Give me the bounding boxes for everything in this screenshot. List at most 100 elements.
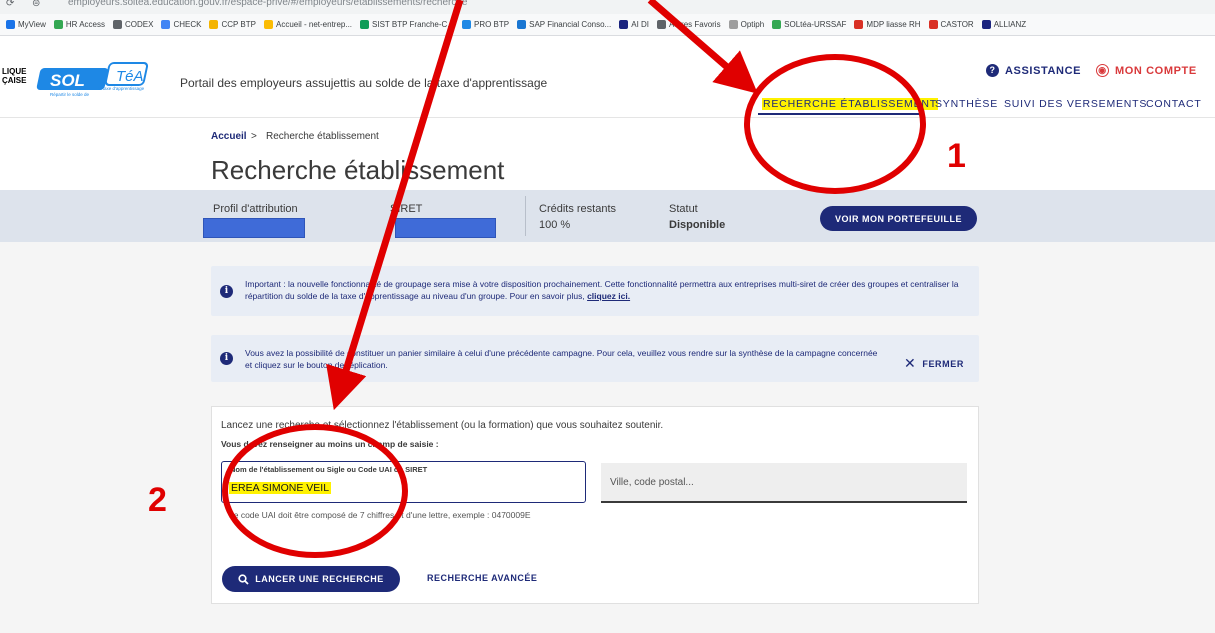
profile-band	[0, 190, 1215, 242]
replication-notice: i Vous avez la possibilité de constituer…	[211, 335, 979, 382]
logo-tea-text: TéA	[116, 68, 144, 85]
bookmark-item[interactable]: HR Access	[53, 20, 105, 29]
page-title: Recherche établissement	[211, 155, 505, 185]
account-link[interactable]: ◉ MON COMPTE	[1096, 64, 1197, 77]
bookmark-label: Accueil - net-entrep...	[275, 20, 353, 29]
redacted-siret-value	[395, 218, 496, 238]
bookmark-icon	[854, 20, 864, 29]
soltea-logo[interactable]: SOL TéA Répartir le solde de la taxe d'a…	[36, 62, 171, 100]
search-icon	[238, 573, 249, 585]
bookmark-item[interactable]: Optiph	[728, 20, 765, 29]
soltea-logo-graphic: SOL TéA Répartir le solde de la taxe d'a…	[36, 62, 149, 97]
bookmark-label: PRO BTP	[473, 20, 510, 29]
redacted-profil-value	[203, 218, 305, 238]
bookmark-label: CODEX	[124, 20, 154, 29]
siret-label: SIRET	[390, 203, 423, 215]
bookmark-item[interactable]: CCP BTP	[209, 20, 256, 29]
nav-contact[interactable]: CONTACT	[1146, 98, 1202, 110]
info-icon: i	[220, 285, 233, 298]
grouping-notice: i Important : la nouvelle fonctionnalité…	[211, 266, 979, 316]
search-intro: Lancez une recherche et sélectionnez l'é…	[221, 420, 664, 431]
close-notice-button[interactable]: ✕ FERMER	[904, 355, 964, 372]
bookmark-icon	[461, 20, 471, 29]
bookmark-label: MyView	[18, 20, 46, 29]
bookmark-label: AI DI	[631, 20, 650, 29]
replication-notice-text: Vous avez la possibilité de constituer u…	[245, 348, 878, 370]
account-label: MON COMPTE	[1115, 64, 1197, 77]
bookmark-item[interactable]: MyView	[6, 20, 46, 29]
bookmark-label: SOLtéa-URSSAF	[784, 20, 847, 29]
establishment-name-label: Nom de l'établissement ou Sigle ou Code …	[230, 465, 428, 474]
bookmarks-bar: MyView HR Access CODEX CHECK CCP BTP Accueil …	[0, 14, 1215, 36]
lancer-recherche-button[interactable]: LANCER UNE RECHERCHE	[222, 566, 400, 592]
establishment-name-field[interactable]: Nom de l'établissement ou Sigle ou Code …	[221, 461, 586, 503]
logo-side-text: LIQUE ÇAISE	[2, 67, 27, 85]
annotation-label-2: 2	[148, 481, 167, 519]
credits-label: Crédits restants	[539, 203, 617, 215]
logo-sol-text: SOL	[50, 71, 85, 90]
bookmark-item[interactable]: Accueil - net-entrep...	[263, 20, 353, 29]
bookmark-item[interactable]: SIST BTP Franche-C...	[360, 20, 454, 29]
nav-recherche-etablissement[interactable]: RECHERCHE ÉTABLISSEMENT	[762, 98, 938, 110]
url-text[interactable]: employeurs.soltea.education.gouv.fr/espa…	[68, 0, 467, 8]
bookmark-label: MDP liasse RH	[866, 20, 921, 29]
bookmark-item[interactable]: SAP Financial Conso...	[517, 20, 611, 29]
logo-caption-1: Répartir le solde de	[50, 92, 90, 97]
bookmark-item[interactable]: Autres Favoris	[657, 20, 721, 29]
voir-portefeuille-button[interactable]: VOIR MON PORTEFEUILLE	[820, 206, 977, 231]
breadcrumb-home[interactable]: Accueil	[211, 131, 247, 142]
bookmark-item[interactable]: CASTOR	[928, 20, 974, 29]
bookmark-item[interactable]: CODEX	[112, 20, 154, 29]
lancer-recherche-label: LANCER UNE RECHERCHE	[255, 574, 384, 584]
bookmark-icon	[360, 20, 370, 29]
bookmark-icon	[728, 20, 738, 29]
status-value: Disponible	[669, 219, 726, 231]
bookmark-item[interactable]: ALLIANZ	[981, 20, 1027, 29]
bookmark-item[interactable]: SOLtéa-URSSAF	[772, 20, 846, 29]
bookmark-icon	[772, 20, 782, 29]
grouping-notice-text: Important : la nouvelle fonctionnalité d…	[245, 278, 971, 302]
bookmark-icon	[6, 20, 15, 29]
profil-attribution-label: Profil d'attribution	[213, 203, 298, 215]
bookmark-icon	[263, 20, 273, 29]
required-note: Vous devez renseigner au moins un champ …	[221, 439, 439, 449]
bookmark-icon	[53, 20, 63, 29]
bookmark-label: ALLIANZ	[993, 20, 1027, 29]
establishment-name-value[interactable]: EREA SIMONE VEIL	[229, 482, 332, 494]
bookmark-label: SAP Financial Conso...	[529, 20, 612, 29]
grouping-notice-link[interactable]: cliquez ici.	[587, 291, 630, 301]
credits-value: 100 %	[539, 219, 571, 231]
assistance-link[interactable]: ? ASSISTANCE	[986, 64, 1081, 77]
bookmark-icon	[657, 20, 667, 29]
info-icon: i	[220, 352, 233, 365]
recherche-avancee-link[interactable]: RECHERCHE AVANCÉE	[427, 573, 537, 583]
close-icon: ✕	[904, 355, 917, 371]
nav-synthese[interactable]: SYNTHÈSE	[935, 98, 998, 110]
site-info-icon[interactable]: ⊜	[32, 0, 40, 9]
bookmark-icon	[209, 20, 219, 29]
bookmark-icon	[161, 20, 171, 29]
bookmark-icon	[517, 20, 527, 29]
help-icon: ?	[986, 64, 999, 77]
annotation-label-1: 1	[947, 137, 966, 175]
nav-suivi-versements[interactable]: SUIVI DES VERSEMENTS	[1004, 98, 1147, 110]
bookmark-item[interactable]: CHECK	[161, 20, 201, 29]
bookmark-label: CASTOR	[940, 20, 974, 29]
bookmark-label: SIST BTP Franche-C...	[372, 20, 454, 29]
bookmark-icon	[619, 20, 629, 29]
status-label: Statut	[669, 203, 698, 215]
bookmark-item[interactable]: PRO BTP	[461, 20, 510, 29]
city-postal-placeholder: Ville, code postal...	[610, 477, 694, 488]
bookmark-item[interactable]: AI DI	[619, 20, 649, 29]
city-postal-field[interactable]: Ville, code postal...	[601, 463, 967, 503]
bookmark-item[interactable]: MDP liasse RH	[854, 20, 921, 29]
reload-icon[interactable]: ⟳	[6, 0, 14, 9]
bookmark-icon	[112, 20, 122, 29]
bookmark-label: Autres Favoris	[669, 20, 721, 29]
logo-caption-2: la taxe d'apprentissage	[98, 86, 145, 91]
uai-hint: Le code UAI doit être composé de 7 chiff…	[229, 510, 531, 520]
bookmark-label: Optiph	[740, 20, 765, 29]
browser-url-bar[interactable]: ⟳ ⊜ employeurs.soltea.education.gouv.fr/…	[0, 0, 1215, 14]
breadcrumb-current: Recherche établissement	[266, 131, 379, 142]
marianne-logo-text: LIQUE ÇAISE	[2, 67, 26, 85]
